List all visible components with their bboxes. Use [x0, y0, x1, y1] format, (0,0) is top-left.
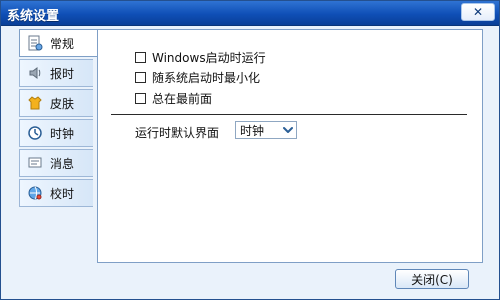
- checkbox[interactable]: [135, 52, 146, 63]
- settings-doc-icon: [26, 34, 44, 52]
- settings-window: 系统设置 ✕ 常规 报时 皮肤 时钟 消息 校时 Windows启动时运行 随系…: [0, 0, 500, 300]
- option-minimize-on-start[interactable]: 随系统启动时最小化: [135, 69, 260, 86]
- default-view-value: 时钟: [240, 123, 265, 138]
- title-bar: 系统设置 ✕: [1, 1, 499, 26]
- window-close-button[interactable]: ✕: [461, 3, 495, 21]
- tab-label: 消息: [50, 156, 75, 171]
- default-view-label: 运行时默认界面: [135, 126, 220, 140]
- tab-report-time[interactable]: 报时: [19, 59, 93, 87]
- clock-icon: [26, 124, 44, 142]
- tab-label: 时钟: [50, 126, 75, 141]
- tab-label: 校时: [50, 186, 75, 201]
- shirt-icon: [26, 94, 44, 112]
- window-title: 系统设置: [7, 9, 60, 24]
- message-icon: [26, 154, 44, 172]
- checkbox[interactable]: [135, 93, 146, 104]
- option-always-on-top[interactable]: 总在最前面: [135, 90, 212, 107]
- tab-label: 常规: [50, 36, 75, 51]
- settings-tabs: 常规 报时 皮肤 时钟 消息 校时: [19, 29, 97, 211]
- sync-globe-icon: [26, 184, 44, 202]
- tab-clock[interactable]: 时钟: [19, 119, 93, 147]
- tab-skin[interactable]: 皮肤: [19, 89, 93, 117]
- chevron-down-icon[interactable]: [280, 122, 296, 138]
- tab-sync-time[interactable]: 校时: [19, 179, 93, 207]
- close-button[interactable]: 关闭(C): [395, 269, 469, 289]
- option-label: 总在最前面: [152, 92, 213, 106]
- tab-general[interactable]: 常规: [19, 29, 97, 57]
- option-run-on-windows-start[interactable]: Windows启动时运行: [135, 49, 266, 66]
- tab-message[interactable]: 消息: [19, 149, 93, 177]
- tab-label: 报时: [50, 66, 75, 81]
- option-label: 随系统启动时最小化: [152, 71, 261, 85]
- close-icon: ✕: [472, 5, 484, 19]
- default-view-select[interactable]: 时钟: [235, 121, 297, 139]
- section-divider: [111, 114, 467, 115]
- checkbox[interactable]: [135, 72, 146, 83]
- tab-label: 皮肤: [50, 96, 75, 111]
- speaker-icon: [26, 64, 44, 82]
- option-label: Windows启动时运行: [152, 51, 266, 65]
